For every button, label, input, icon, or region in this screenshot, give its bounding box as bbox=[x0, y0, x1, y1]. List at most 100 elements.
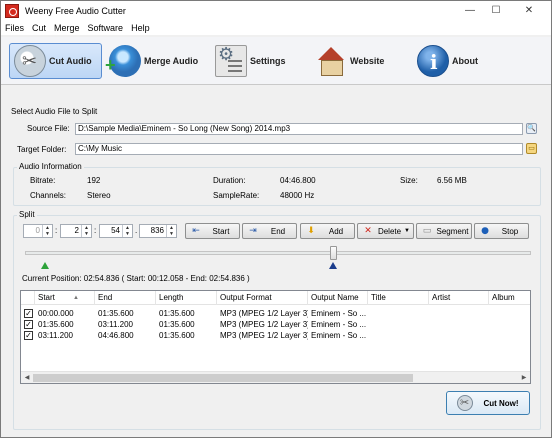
segment-row[interactable]: ✓ 00:00.000 01:35.600 01:35.600 MP3 (MPE… bbox=[21, 308, 530, 319]
segment-format: MP3 (MPEG 1/2 Layer 3) bbox=[220, 320, 308, 329]
milliseconds-spinner[interactable]: 836 ▲ ▼ bbox=[139, 224, 177, 238]
duration-value: 04:46.800 bbox=[280, 176, 316, 185]
cut-audio-button[interactable]: Cut Audio bbox=[9, 43, 102, 79]
samplerate-label: SampleRate: bbox=[213, 191, 260, 200]
stop-icon: ● bbox=[481, 226, 489, 236]
window-title: Weeny Free Audio Cutter bbox=[25, 6, 126, 16]
scroll-left-icon[interactable]: ◀ bbox=[21, 372, 33, 383]
about-label: About bbox=[452, 56, 478, 66]
segment-checkbox[interactable]: ✓ bbox=[24, 309, 33, 318]
website-button[interactable]: Website bbox=[311, 43, 391, 79]
set-end-label: End bbox=[270, 226, 286, 236]
menu-merge[interactable]: Merge bbox=[50, 23, 84, 33]
globe-plus-icon bbox=[105, 45, 141, 77]
segment-row[interactable]: ✓ 03:11.200 04:46.800 01:35.600 MP3 (MPE… bbox=[21, 330, 530, 341]
col-start-label: Start bbox=[38, 293, 55, 302]
duration-label: Duration: bbox=[213, 176, 246, 185]
menu-files[interactable]: Files bbox=[1, 23, 28, 33]
about-button[interactable]: About bbox=[413, 43, 487, 79]
minutes-spin-arrows[interactable]: ▲ ▼ bbox=[81, 225, 91, 237]
merge-audio-button[interactable]: Merge Audio bbox=[105, 43, 201, 79]
audio-info-group-label: Audio Information bbox=[17, 162, 84, 171]
samplerate-value: 48000 Hz bbox=[280, 191, 315, 200]
delete-x-icon: ✕ bbox=[364, 226, 372, 236]
cut-audio-label: Cut Audio bbox=[49, 56, 92, 66]
add-segment-label: Add bbox=[328, 226, 344, 236]
menu-cut[interactable]: Cut bbox=[28, 23, 50, 33]
add-segment-button[interactable]: ⬇ Add bbox=[300, 223, 355, 239]
main-toolbar: Cut Audio Merge Audio Settings Website A… bbox=[1, 37, 551, 85]
segment-row[interactable]: ✓ 01:35.600 03:11.200 01:35.600 MP3 (MPE… bbox=[21, 319, 530, 330]
info-icon bbox=[417, 45, 449, 77]
sort-ascending-icon: ▲ bbox=[73, 295, 79, 301]
target-folder-field[interactable]: C:\My Music bbox=[75, 143, 523, 155]
horizontal-scrollbar[interactable]: ◀ ▶ bbox=[21, 371, 530, 383]
milliseconds-spin-arrows[interactable]: ▲ ▼ bbox=[166, 225, 176, 237]
set-start-icon: ⇤ bbox=[192, 226, 200, 236]
settings-button[interactable]: Settings bbox=[211, 43, 293, 79]
col-output-format-header[interactable]: Output Format bbox=[217, 291, 308, 305]
cut-now-label: Cut Now! bbox=[483, 398, 519, 408]
menu-software[interactable]: Software bbox=[84, 23, 128, 33]
start-marker-icon[interactable] bbox=[41, 262, 49, 269]
maximize-button[interactable]: ☐ bbox=[483, 1, 509, 19]
segment-length: 01:35.600 bbox=[159, 320, 195, 329]
menu-help[interactable]: Help bbox=[127, 23, 154, 33]
main-content: Select Audio File to Split Source File: … bbox=[1, 86, 551, 437]
col-length-header[interactable]: Length bbox=[156, 291, 217, 305]
app-window: Weeny Free Audio Cutter — ☐ ✕ Files Cut … bbox=[0, 0, 552, 438]
segment-button[interactable]: ▭ Segment bbox=[416, 223, 472, 239]
col-start-header[interactable]: Start ▲ bbox=[35, 291, 95, 305]
set-start-button[interactable]: ⇤ Start bbox=[185, 223, 240, 239]
window-controls: — ☐ ✕ bbox=[457, 1, 549, 19]
col-artist-header[interactable]: Artist bbox=[429, 291, 489, 305]
folder-icon[interactable]: ▭ bbox=[526, 143, 537, 154]
scrollbar-thumb[interactable] bbox=[33, 374, 413, 382]
segment-start: 01:35.600 bbox=[38, 320, 74, 329]
delete-dropdown-button[interactable]: ✕ Delete ▼ bbox=[357, 223, 414, 239]
close-button[interactable]: ✕ bbox=[509, 1, 549, 19]
seconds-spinner[interactable]: 54 ▲ ▼ bbox=[99, 224, 133, 238]
size-label: Size: bbox=[400, 176, 418, 185]
bitrate-value: 192 bbox=[87, 176, 101, 185]
segment-length: 01:35.600 bbox=[159, 309, 195, 318]
minimize-button[interactable]: — bbox=[457, 1, 483, 19]
source-file-field[interactable]: D:\Sample Media\Eminem - So Long (New So… bbox=[75, 123, 523, 135]
website-label: Website bbox=[350, 56, 385, 66]
menu-bar: Files Cut Merge Software Help bbox=[1, 21, 551, 35]
channels-value: Stereo bbox=[87, 191, 111, 200]
scroll-right-icon[interactable]: ▶ bbox=[518, 372, 530, 383]
end-marker-icon[interactable] bbox=[328, 262, 337, 269]
col-output-name-header[interactable]: Output Name bbox=[308, 291, 368, 305]
browse-source-icon[interactable]: 🔍 bbox=[526, 123, 537, 134]
scissors-disc-icon bbox=[14, 45, 46, 77]
app-logo-icon bbox=[5, 4, 19, 18]
segment-checkbox[interactable]: ✓ bbox=[24, 320, 33, 329]
minutes-spinner[interactable]: 2 ▲ ▼ bbox=[60, 224, 92, 238]
bitrate-label: Bitrate: bbox=[30, 176, 56, 185]
hours-spinner[interactable]: 0 ▲ ▼ bbox=[23, 224, 53, 238]
stop-button[interactable]: ● Stop bbox=[474, 223, 529, 239]
checkbox-column-header[interactable] bbox=[21, 291, 35, 305]
position-slider-track[interactable] bbox=[25, 251, 531, 255]
position-slider-thumb[interactable] bbox=[329, 246, 337, 260]
hours-value: 0 bbox=[35, 226, 40, 235]
segment-start: 03:11.200 bbox=[38, 331, 73, 340]
current-position-text: Current Position: 02:54.836 ( Start: 00:… bbox=[22, 274, 250, 283]
seconds-spin-arrows[interactable]: ▲ ▼ bbox=[122, 225, 132, 237]
settings-checklist-icon bbox=[215, 44, 247, 77]
segments-list[interactable]: Start ▲ End Length Output Format Output … bbox=[20, 290, 531, 384]
cut-now-button[interactable]: Cut Now! bbox=[446, 391, 530, 415]
col-end-header[interactable]: End bbox=[95, 291, 156, 305]
col-album-header[interactable]: Album bbox=[489, 291, 530, 305]
segment-checkbox[interactable]: ✓ bbox=[24, 331, 33, 340]
segment-start: 00:00.000 bbox=[38, 309, 74, 318]
hours-spin-arrows[interactable]: ▲ ▼ bbox=[42, 225, 52, 237]
delete-label: Delete bbox=[377, 226, 402, 236]
scissors-icon bbox=[457, 395, 473, 411]
col-title-header[interactable]: Title bbox=[368, 291, 429, 305]
set-end-button[interactable]: ⇥ End bbox=[242, 223, 297, 239]
segment-format: MP3 (MPEG 1/2 Layer 3) bbox=[220, 309, 308, 318]
segment-format: MP3 (MPEG 1/2 Layer 3) bbox=[220, 331, 308, 340]
audio-info-group bbox=[13, 167, 541, 206]
